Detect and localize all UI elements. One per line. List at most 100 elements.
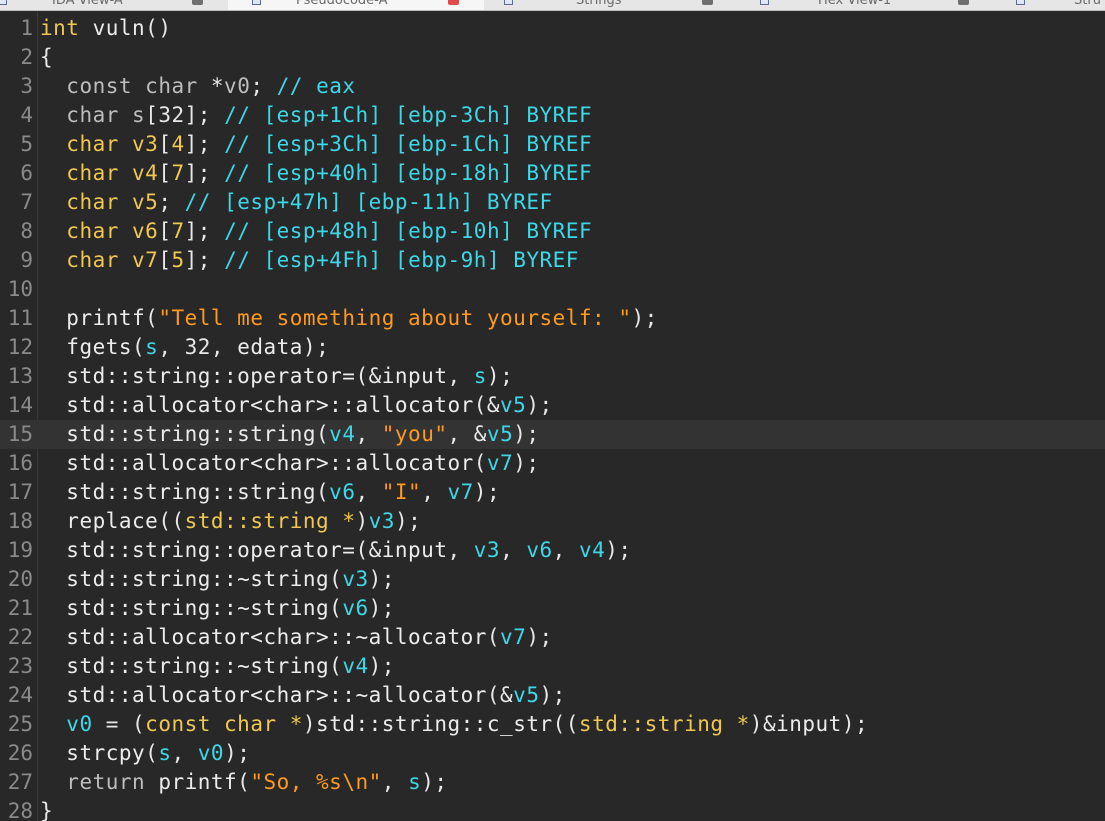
code-line[interactable]: 18 replace((std::string *)v3); [0,507,1105,536]
code-line[interactable]: 22 std::allocator<char>::~allocator(v7); [0,623,1105,652]
code-token: v4 [578,538,606,562]
code-line[interactable]: 15 std::string::string(v4, "you", &v5); [0,420,1105,449]
code-text: char s[32]; // [esp+1Ch] [ebp-3Ch] BYREF [40,101,592,130]
code-line[interactable]: 17 std::string::string(v6, "I", v7); [0,478,1105,507]
code-token: "I" [381,480,422,504]
tab-structures[interactable]: Stru [1006,0,1105,10]
line-number: 20 [7,567,33,591]
code-token: vuln [92,16,146,40]
tab-pseudocode[interactable]: Pseudocode-A [228,0,484,10]
code-token: ; [250,74,277,98]
code-line[interactable]: 23 std::string::~string(v4); [0,652,1105,681]
code-line[interactable]: 2{ [0,43,1105,72]
code-line[interactable]: 12 fgets(s, 32, edata); [0,333,1105,362]
code-text: replace((std::string *)v3); [40,507,421,536]
code-token: // [esp+3Ch] [ebp-1Ch] BYREF [224,132,593,156]
code-token: // [esp+1Ch] [ebp-3Ch] BYREF [224,103,593,127]
code-token: (( [552,712,579,736]
pseudocode-editor[interactable]: 1 int vuln() 2{3 const char *v0; // eax 4 c… [0,11,1105,821]
close-icon[interactable] [448,0,459,5]
code-token: "So, %s\n" [250,770,382,794]
code-token: std::string::c_str [316,712,553,736]
ida-view-icon [0,0,7,5]
code-token: char [66,103,119,127]
code-token: ( [145,741,159,765]
code-line[interactable]: 26 strcpy(s, v0); [0,739,1105,768]
code-line[interactable]: 10 [0,275,1105,304]
code-token: ); [513,422,540,446]
code-line[interactable]: 21 std::string::~string(v6); [0,594,1105,623]
code-token: ( [316,480,330,504]
code-line[interactable]: 3 const char *v0; // eax [0,72,1105,101]
tab-hex-view[interactable]: Hex View-1 [744,0,1006,10]
code-token: ]; [184,132,225,156]
code-token: ( [316,422,330,446]
code-token: v4 [329,422,356,446]
code-token: 5 [171,248,185,272]
code-token: ) [302,712,317,736]
tab-label: Pseudocode-A [296,0,388,8]
code-line[interactable]: 14 std::allocator<char>::allocator(&v5); [0,391,1105,420]
code-text: std::allocator<char>::~allocator(v7); [40,623,553,652]
code-token: input [381,538,448,562]
code-line[interactable]: 1 int vuln() [0,14,1105,43]
code-token: 4 [171,132,185,156]
code-line[interactable]: 4 char s[32]; // [esp+1Ch] [ebp-3Ch] BYR… [0,101,1105,130]
tab-bar: IDA View-A Pseudocode-A Strings Hex View… [0,0,1105,11]
code-text: return printf("So, %s\n", s); [40,768,448,797]
code-text: char v3[4]; // [esp+3Ch] [ebp-1Ch] BYREF [40,130,592,159]
code-line[interactable]: 19 std::string::operator=(&input, v3, v6… [0,536,1105,565]
code-line[interactable]: 24 std::allocator<char>::~allocator(&v5)… [0,681,1105,710]
code-token: v7 [447,480,474,504]
code-token: ]; [184,248,225,272]
code-token: // [esp+48h] [ebp-10h] BYREF [224,219,593,243]
tab-ida-view[interactable]: IDA View-A [0,0,228,10]
code-line[interactable]: 5 char v3[4]; // [esp+3Ch] [ebp-1Ch] BYR… [0,130,1105,159]
code-line[interactable]: 25 v0 = (const char *)std::string::c_str… [0,710,1105,739]
tab-strings[interactable]: Strings [484,0,744,10]
code-line[interactable]: 9 char v7[5]; // [esp+4Fh] [ebp-9h] BYRE… [0,246,1105,275]
code-token: std::string::string [66,422,317,446]
code-text: char v4[7]; // [esp+40h] [ebp-18h] BYREF [40,159,592,188]
code-token: const char * [145,712,303,736]
code-line[interactable]: 13 std::string::operator=(&input, s); [0,362,1105,391]
code-token: ( [329,567,343,591]
code-line[interactable]: 7 char v5; // [esp+47h] [ebp-11h] BYREF [0,188,1105,217]
code-text: std::string::operator=(&input, v3, v6, v… [40,536,632,565]
code-token: ( [132,335,146,359]
code-line[interactable]: 20 std::string::~string(v3); [0,565,1105,594]
code-line[interactable]: 6 char v4[7]; // [esp+40h] [ebp-18h] BYR… [0,159,1105,188]
code-token: return [66,770,146,794]
code-token: // [esp+47h] [ebp-11h] BYREF [184,190,553,214]
close-icon[interactable] [702,0,713,5]
code-line[interactable]: 16 std::allocator<char>::allocator(v7); [0,449,1105,478]
code-line[interactable]: 11 printf("Tell me something about yours… [0,304,1105,333]
code-token: , [355,422,382,446]
code-line[interactable]: 27 return printf("So, %s\n", s); [0,768,1105,797]
code-line[interactable]: 28} [0,797,1105,821]
close-icon[interactable] [958,0,969,5]
code-line[interactable]: 8 char v6[7]; // [esp+48h] [ebp-10h] BYR… [0,217,1105,246]
code-token: "Tell me something about yourself: " [158,306,632,330]
code-token: ); [539,683,566,707]
code-token: v3 [473,538,501,562]
code-token: s [132,103,146,127]
line-number: 26 [7,741,33,765]
code-token: std::allocator<char>::~allocator [66,683,487,707]
line-number: 18 [7,509,33,533]
close-icon[interactable] [192,0,203,5]
code-text: } [40,797,53,821]
